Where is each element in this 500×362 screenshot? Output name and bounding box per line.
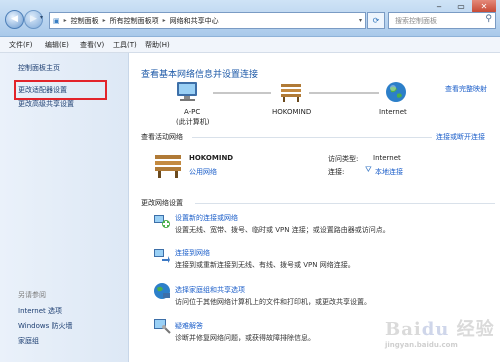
breadcrumb-separator-icon: ▸ — [102, 17, 106, 24]
recent-pages-dropdown[interactable]: ▾ — [40, 14, 43, 21]
bench-icon — [281, 84, 301, 102]
address-bar[interactable]: ▣ ▸ 控制面板 ▸ 所有控制面板项 ▸ 网络和共享中心 ▾ — [49, 12, 366, 29]
map-link-line — [213, 92, 271, 94]
highlight-box — [14, 80, 107, 100]
local-connection-link[interactable]: 本地连接 — [375, 167, 403, 177]
bench-icon — [155, 155, 181, 178]
connection-label: 连接: — [328, 168, 345, 176]
sidebar-homegroup-link[interactable]: 家庭组 — [18, 336, 39, 346]
map-pc-label: A-PC — [184, 108, 201, 116]
connect-network-icon — [154, 249, 170, 263]
menu-file[interactable]: 文件(F) — [9, 40, 33, 50]
breadcrumb-separator-icon: ▸ — [162, 17, 166, 24]
breadcrumb-network-center[interactable]: 网络和共享中心 — [170, 16, 219, 26]
active-networks-title: 查看活动网络 — [141, 133, 183, 141]
title-bar: ‒ ▭ ✕ ◀ ▶ ▾ ▣ ▸ 控制面板 ▸ 所有控制面板项 ▸ 网络和共享中心… — [0, 0, 500, 37]
map-pc-sublabel: (此计算机) — [176, 118, 210, 126]
sidebar-advanced-sharing-link[interactable]: 更改高级共享设置 — [18, 99, 74, 109]
search-input[interactable]: 搜索控制面板 ⚲ — [388, 12, 496, 29]
computer-icon — [177, 82, 197, 101]
map-link-line — [309, 92, 379, 94]
access-type-label: 访问类型: — [328, 155, 359, 163]
troubleshoot-icon — [154, 319, 171, 334]
connection-icon: ⛛ — [365, 165, 372, 174]
breadcrumb-control-panel[interactable]: 控制面板 — [71, 16, 99, 26]
map-internet-label: Internet — [379, 108, 407, 116]
map-network-label: HOKOMIND — [272, 108, 312, 116]
globe-icon — [386, 82, 406, 102]
setting-item-title[interactable]: 疑难解答 — [175, 321, 203, 331]
menu-bar: 文件(F) 编辑(E) 查看(V) 工具(T) 帮助(H) — [0, 37, 500, 53]
setting-item-title[interactable]: 选择家庭组和共享选项 — [175, 285, 245, 295]
setting-item-title[interactable]: 连接到网络 — [175, 248, 210, 258]
menu-tools[interactable]: 工具(T) — [113, 40, 137, 50]
menu-help[interactable]: 帮助(H) — [145, 40, 170, 50]
menu-view[interactable]: 查看(V) — [80, 40, 104, 50]
setting-item-title[interactable]: 设置新的连接或网络 — [175, 213, 238, 223]
control-panel-icon: ▣ — [53, 16, 60, 25]
connect-disconnect-link[interactable]: 连接或断开连接 — [436, 132, 485, 142]
search-placeholder: 搜索控制面板 — [395, 17, 437, 25]
network-type-link[interactable]: 公用网络 — [189, 167, 217, 177]
breadcrumb-separator-icon: ▸ — [63, 17, 67, 24]
sidebar-home-link[interactable]: 控制面板主页 — [18, 63, 60, 73]
new-connection-icon — [154, 215, 170, 228]
divider — [195, 203, 495, 204]
setting-item-description: 访问位于其他网络计算机上的文件和打印机，或更改共享设置。 — [175, 298, 371, 306]
change-settings-title: 更改网络设置 — [141, 199, 183, 207]
page-heading: 查看基本网络信息并设置连接 — [141, 70, 259, 80]
baidu-watermark: Baidu 经验 jingyan.baidu.com — [385, 319, 495, 349]
sidebar-internet-options-link[interactable]: Internet 选项 — [18, 306, 62, 316]
breadcrumb-all-items[interactable]: 所有控制面板项 — [110, 16, 159, 26]
homegroup-icon — [154, 283, 170, 299]
divider — [192, 137, 432, 138]
chevron-down-icon[interactable]: ▾ — [359, 17, 362, 24]
search-icon: ⚲ — [485, 14, 492, 24]
refresh-button[interactable]: ⟳ — [367, 12, 385, 29]
active-network-name: HOKOMIND — [189, 154, 234, 162]
setting-item-description: 设置无线、宽带、拨号、临时或 VPN 连接；或设置路由器或访问点。 — [175, 226, 390, 234]
back-button[interactable]: ◀ — [5, 10, 24, 29]
setting-item-description: 诊断并修复网络问题，或获得故障排除信息。 — [175, 334, 315, 342]
menu-edit[interactable]: 编辑(E) — [45, 40, 69, 50]
access-type-value: Internet — [373, 154, 401, 162]
see-also-heading: 另请参阅 — [18, 291, 46, 299]
setting-item-description: 连接到或重新连接到无线、有线、拨号或 VPN 网络连接。 — [175, 261, 355, 269]
sidebar-firewall-link[interactable]: Windows 防火墙 — [18, 321, 72, 331]
view-full-map-link[interactable]: 查看完整映射 — [445, 84, 487, 94]
